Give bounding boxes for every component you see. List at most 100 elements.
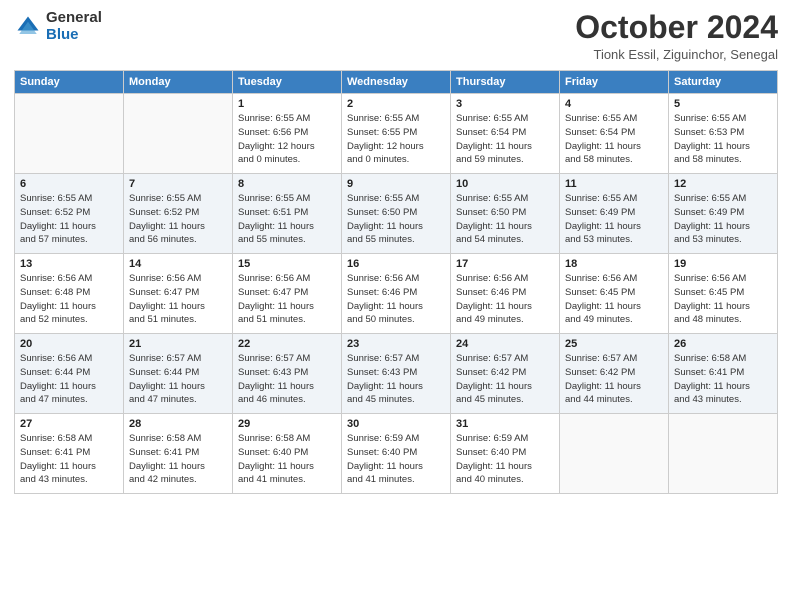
day-info: Sunrise: 6:59 AM Sunset: 6:40 PM Dayligh… — [347, 432, 445, 487]
day-number: 30 — [347, 418, 445, 430]
day-info: Sunrise: 6:55 AM Sunset: 6:52 PM Dayligh… — [20, 192, 118, 247]
day-number: 16 — [347, 258, 445, 270]
calendar-cell: 31 Sunrise: 6:59 AM Sunset: 6:40 PM Dayli… — [451, 414, 560, 494]
day-info: Sunrise: 6:56 AM Sunset: 6:45 PM Dayligh… — [674, 272, 772, 327]
day-info: Sunrise: 6:57 AM Sunset: 6:43 PM Dayligh… — [238, 352, 336, 407]
calendar-cell: 14 Sunrise: 6:56 AM Sunset: 6:47 PM Dayli… — [124, 254, 233, 334]
day-number: 2 — [347, 98, 445, 110]
calendar-cell: 17 Sunrise: 6:56 AM Sunset: 6:46 PM Dayli… — [451, 254, 560, 334]
day-number: 20 — [20, 338, 118, 350]
day-info: Sunrise: 6:56 AM Sunset: 6:44 PM Dayligh… — [20, 352, 118, 407]
day-info: Sunrise: 6:58 AM Sunset: 6:40 PM Dayligh… — [238, 432, 336, 487]
calendar-cell: 23 Sunrise: 6:57 AM Sunset: 6:43 PM Dayli… — [342, 334, 451, 414]
day-number: 6 — [20, 178, 118, 190]
day-number: 18 — [565, 258, 663, 270]
day-info: Sunrise: 6:57 AM Sunset: 6:43 PM Dayligh… — [347, 352, 445, 407]
day-number: 10 — [456, 178, 554, 190]
logo-icon — [14, 13, 42, 41]
calendar-cell: 15 Sunrise: 6:56 AM Sunset: 6:47 PM Dayli… — [233, 254, 342, 334]
day-info: Sunrise: 6:56 AM Sunset: 6:46 PM Dayligh… — [456, 272, 554, 327]
day-number: 14 — [129, 258, 227, 270]
calendar-cell: 11 Sunrise: 6:55 AM Sunset: 6:49 PM Dayli… — [560, 174, 669, 254]
col-header-wednesday: Wednesday — [342, 71, 451, 94]
calendar-cell: 6 Sunrise: 6:55 AM Sunset: 6:52 PM Daylig… — [15, 174, 124, 254]
location-subtitle: Tionk Essil, Ziguinchor, Senegal — [575, 47, 778, 62]
day-info: Sunrise: 6:58 AM Sunset: 6:41 PM Dayligh… — [129, 432, 227, 487]
day-number: 28 — [129, 418, 227, 430]
day-number: 4 — [565, 98, 663, 110]
day-number: 21 — [129, 338, 227, 350]
col-header-monday: Monday — [124, 71, 233, 94]
calendar-cell: 4 Sunrise: 6:55 AM Sunset: 6:54 PM Daylig… — [560, 94, 669, 174]
day-info: Sunrise: 6:56 AM Sunset: 6:47 PM Dayligh… — [238, 272, 336, 327]
calendar-cell: 8Sunrise: 6:55 AM Sunset: 6:51 PM Daylig… — [233, 174, 342, 254]
calendar-cell: 30 Sunrise: 6:59 AM Sunset: 6:40 PM Dayli… — [342, 414, 451, 494]
calendar-cell: 19 Sunrise: 6:56 AM Sunset: 6:45 PM Dayli… — [669, 254, 778, 334]
col-header-thursday: Thursday — [451, 71, 560, 94]
calendar-cell: 5Sunrise: 6:55 AM Sunset: 6:53 PM Daylig… — [669, 94, 778, 174]
calendar-cell: 20 Sunrise: 6:56 AM Sunset: 6:44 PM Dayli… — [15, 334, 124, 414]
day-number: 11 — [565, 178, 663, 190]
calendar-cell: 13 Sunrise: 6:56 AM Sunset: 6:48 PM Dayli… — [15, 254, 124, 334]
logo-general-text: General — [46, 10, 102, 27]
day-number: 31 — [456, 418, 554, 430]
calendar-cell — [124, 94, 233, 174]
calendar-week-5: 27Sunrise: 6:58 AM Sunset: 6:41 PM Dayli… — [15, 414, 778, 494]
calendar-cell: 2 Sunrise: 6:55 AM Sunset: 6:55 PM Daylig… — [342, 94, 451, 174]
day-info: Sunrise: 6:55 AM Sunset: 6:55 PM Dayligh… — [347, 112, 445, 167]
day-number: 24 — [456, 338, 554, 350]
day-info: Sunrise: 6:55 AM Sunset: 6:54 PM Dayligh… — [565, 112, 663, 167]
calendar-week-4: 20 Sunrise: 6:56 AM Sunset: 6:44 PM Dayli… — [15, 334, 778, 414]
day-number: 17 — [456, 258, 554, 270]
col-header-friday: Friday — [560, 71, 669, 94]
day-info: Sunrise: 6:55 AM Sunset: 6:49 PM Dayligh… — [565, 192, 663, 247]
calendar-cell: 29 Sunrise: 6:58 AM Sunset: 6:40 PM Dayli… — [233, 414, 342, 494]
calendar-cell: 21 Sunrise: 6:57 AM Sunset: 6:44 PM Dayli… — [124, 334, 233, 414]
day-number: 22 — [238, 338, 336, 350]
day-info: Sunrise: 6:56 AM Sunset: 6:47 PM Dayligh… — [129, 272, 227, 327]
day-number: 19 — [674, 258, 772, 270]
page: General Blue October 2024 Tionk Essil, Z… — [0, 0, 792, 612]
calendar-cell: 26Sunrise: 6:58 AM Sunset: 6:41 PM Dayli… — [669, 334, 778, 414]
day-number: 29 — [238, 418, 336, 430]
calendar-cell: 25 Sunrise: 6:57 AM Sunset: 6:42 PM Dayli… — [560, 334, 669, 414]
day-number: 3 — [456, 98, 554, 110]
day-number: 25 — [565, 338, 663, 350]
calendar-cell: 7Sunrise: 6:55 AM Sunset: 6:52 PM Daylig… — [124, 174, 233, 254]
calendar-header-row: SundayMondayTuesdayWednesdayThursdayFrid… — [15, 71, 778, 94]
day-number: 7 — [129, 178, 227, 190]
calendar-week-3: 13 Sunrise: 6:56 AM Sunset: 6:48 PM Dayli… — [15, 254, 778, 334]
calendar-table: SundayMondayTuesdayWednesdayThursdayFrid… — [14, 70, 778, 494]
calendar-cell: 28 Sunrise: 6:58 AM Sunset: 6:41 PM Dayli… — [124, 414, 233, 494]
calendar-cell: 12 Sunrise: 6:55 AM Sunset: 6:49 PM Dayli… — [669, 174, 778, 254]
day-info: Sunrise: 6:55 AM Sunset: 6:50 PM Dayligh… — [347, 192, 445, 247]
logo-blue-text: Blue — [46, 27, 102, 44]
day-info: Sunrise: 6:57 AM Sunset: 6:42 PM Dayligh… — [456, 352, 554, 407]
calendar-cell: 24 Sunrise: 6:57 AM Sunset: 6:42 PM Dayli… — [451, 334, 560, 414]
day-info: Sunrise: 6:59 AM Sunset: 6:40 PM Dayligh… — [456, 432, 554, 487]
logo-text: General Blue — [46, 10, 102, 43]
header: General Blue October 2024 Tionk Essil, Z… — [14, 10, 778, 62]
calendar-cell: 27Sunrise: 6:58 AM Sunset: 6:41 PM Dayli… — [15, 414, 124, 494]
day-info: Sunrise: 6:55 AM Sunset: 6:49 PM Dayligh… — [674, 192, 772, 247]
calendar-week-1: 1Sunrise: 6:55 AM Sunset: 6:56 PM Daylig… — [15, 94, 778, 174]
day-info: Sunrise: 6:56 AM Sunset: 6:46 PM Dayligh… — [347, 272, 445, 327]
day-info: Sunrise: 6:57 AM Sunset: 6:44 PM Dayligh… — [129, 352, 227, 407]
day-number: 15 — [238, 258, 336, 270]
title-block: October 2024 Tionk Essil, Ziguinchor, Se… — [575, 10, 778, 62]
calendar-cell — [560, 414, 669, 494]
day-number: 12 — [674, 178, 772, 190]
day-info: Sunrise: 6:55 AM Sunset: 6:54 PM Dayligh… — [456, 112, 554, 167]
day-info: Sunrise: 6:58 AM Sunset: 6:41 PM Dayligh… — [674, 352, 772, 407]
day-info: Sunrise: 6:58 AM Sunset: 6:41 PM Dayligh… — [20, 432, 118, 487]
day-info: Sunrise: 6:57 AM Sunset: 6:42 PM Dayligh… — [565, 352, 663, 407]
day-number: 8 — [238, 178, 336, 190]
day-number: 13 — [20, 258, 118, 270]
day-info: Sunrise: 6:56 AM Sunset: 6:45 PM Dayligh… — [565, 272, 663, 327]
calendar-cell: 9 Sunrise: 6:55 AM Sunset: 6:50 PM Daylig… — [342, 174, 451, 254]
calendar-cell: 22 Sunrise: 6:57 AM Sunset: 6:43 PM Dayli… — [233, 334, 342, 414]
day-number: 1 — [238, 98, 336, 110]
day-number: 9 — [347, 178, 445, 190]
day-info: Sunrise: 6:56 AM Sunset: 6:48 PM Dayligh… — [20, 272, 118, 327]
day-number: 23 — [347, 338, 445, 350]
